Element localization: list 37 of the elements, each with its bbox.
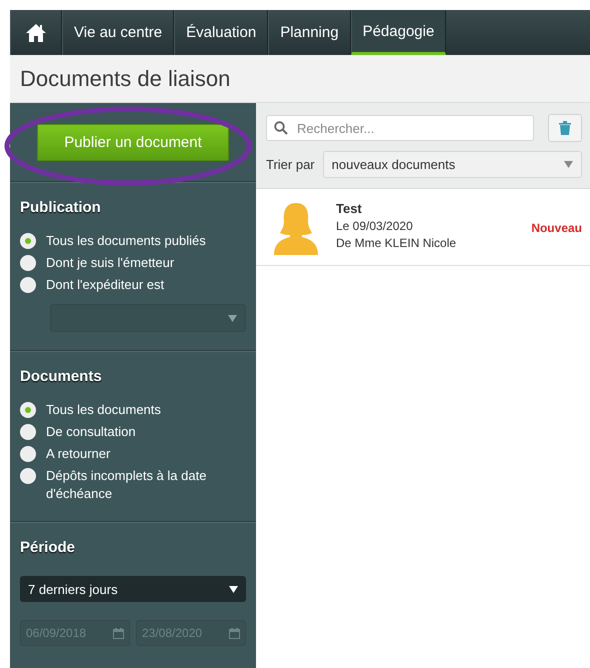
radio-button[interactable] <box>20 233 36 249</box>
trash-icon <box>559 121 571 135</box>
search-icon <box>274 121 288 135</box>
sort-dropdown[interactable]: nouveaux documents <box>322 151 582 178</box>
search-field[interactable]: Rechercher... <box>266 115 534 141</box>
document-date: Le 09/03/2020 <box>336 219 414 233</box>
radio-button[interactable] <box>20 446 36 462</box>
caret-icon <box>229 586 238 592</box>
radio-option[interactable]: Dont je suis l'émetteur <box>20 254 246 272</box>
document-item[interactable]: Test Le 09/03/2020 De Mme KLEIN Nicole Nouveau <box>256 189 590 266</box>
new-label: Nouveau <box>531 220 582 237</box>
home-icon <box>25 22 47 42</box>
sort-label: Trier par <box>266 157 315 172</box>
calendar-icon <box>113 628 124 638</box>
radio-option[interactable]: Tous les documents publiés <box>20 232 246 250</box>
period-dropdown[interactable]: 7 derniers jours <box>20 576 246 602</box>
radio-button[interactable] <box>20 277 36 293</box>
caret-icon <box>228 314 237 322</box>
radio-button[interactable] <box>20 424 36 440</box>
radio-option[interactable]: De consultation <box>20 423 246 441</box>
calendar-icon <box>229 628 240 638</box>
section-title: Documents <box>20 368 103 385</box>
radio-button[interactable] <box>20 402 36 418</box>
radio-button[interactable] <box>20 255 36 271</box>
radio-option[interactable]: Dont l'expéditeur est <box>20 276 246 294</box>
radio-option[interactable]: Dépôts incomplets à la date d'échéance <box>20 467 246 503</box>
radio-option[interactable]: A retourner <box>20 445 246 463</box>
section-title: Publication <box>20 199 102 216</box>
document-title: Test <box>336 201 363 216</box>
page-title: Documents de liaison <box>20 66 230 92</box>
caret-icon <box>564 161 573 168</box>
section-title: Période <box>20 539 76 556</box>
nav-tab[interactable]: Pédagogie <box>350 10 446 55</box>
radio-button[interactable] <box>20 468 36 484</box>
trash-button[interactable] <box>548 114 582 142</box>
radio-option[interactable]: Tous les documents <box>20 401 246 419</box>
document-author: De Mme KLEIN Nicole <box>336 236 458 250</box>
